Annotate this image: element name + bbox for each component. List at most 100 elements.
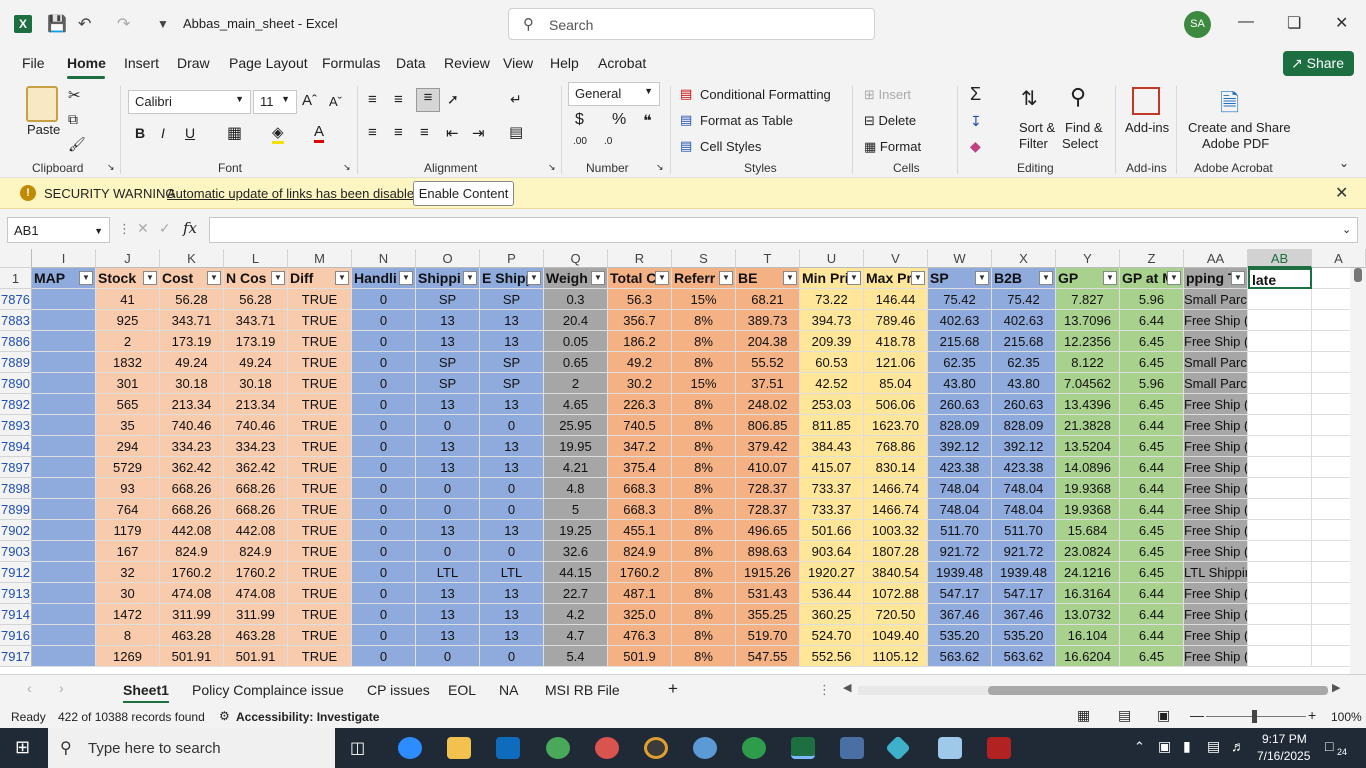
app-diamond-icon[interactable] (885, 735, 911, 761)
align-middle-icon[interactable]: ≡ (394, 91, 403, 108)
page-layout-view-icon[interactable]: ▤ (1118, 707, 1131, 724)
clipboard-launcher-icon[interactable]: ↘ (107, 162, 115, 173)
table-cell[interactable]: TRUE (288, 289, 352, 310)
table-header-cell[interactable]: N Cos ▼ (224, 268, 288, 289)
table-cell[interactable]: TRUE (288, 373, 352, 394)
table-cell[interactable] (1248, 373, 1312, 394)
page-break-view-icon[interactable]: ▣ (1157, 707, 1170, 724)
table-cell[interactable]: 384.43 (800, 436, 864, 457)
table-cell[interactable]: 552.56 (800, 646, 864, 667)
table-cell[interactable]: 925 (96, 310, 160, 331)
table-header-cell[interactable]: Handli ▼ (352, 268, 416, 289)
comma-style-icon[interactable]: ❝ (643, 111, 652, 131)
italic-icon[interactable]: I (161, 125, 165, 141)
table-cell[interactable] (32, 625, 96, 646)
find-select-label2[interactable]: Select (1062, 136, 1098, 151)
table-header-cell[interactable]: Diff ▼ (288, 268, 352, 289)
table-cell[interactable]: 2 (544, 373, 608, 394)
table-cell[interactable] (1248, 604, 1312, 625)
table-cell[interactable]: 4.65 (544, 394, 608, 415)
filter-dropdown-icon[interactable]: ▼ (975, 271, 989, 285)
table-cell[interactable] (1248, 394, 1312, 415)
table-cell[interactable]: 215.68 (992, 331, 1056, 352)
table-cell[interactable]: 389.73 (736, 310, 800, 331)
paste-icon[interactable] (26, 86, 58, 122)
underline-icon[interactable]: U (185, 125, 195, 141)
table-cell[interactable]: Free Ship (BuyBox) (1184, 604, 1248, 625)
table-cell[interactable]: 0 (352, 541, 416, 562)
table-cell[interactable]: 442.08 (224, 520, 288, 541)
avatar[interactable]: SA (1184, 11, 1211, 38)
table-cell[interactable]: 0 (416, 541, 480, 562)
table-cell[interactable]: 325.0 (608, 604, 672, 625)
notepad-icon[interactable] (938, 737, 962, 759)
menu-view[interactable]: View (503, 55, 533, 71)
table-cell[interactable]: Free Ship (BuyBox) (1184, 310, 1248, 331)
decrease-indent-icon[interactable]: ⇤ (446, 124, 459, 142)
customize-toolbar-icon[interactable]: ▼ (157, 17, 169, 31)
chrome-profile-5-icon[interactable] (742, 737, 766, 759)
table-cell[interactable]: 25.95 (544, 415, 608, 436)
horizontal-scroll-thumb[interactable] (988, 686, 1328, 695)
table-cell[interactable]: 824.9 (160, 541, 224, 562)
filter-dropdown-icon[interactable]: ▼ (1103, 271, 1117, 285)
table-cell[interactable]: 13 (480, 604, 544, 625)
table-cell[interactable]: 3840.54 (864, 562, 928, 583)
table-cell[interactable]: 768.86 (864, 436, 928, 457)
table-cell[interactable]: 23.0824 (1056, 541, 1120, 562)
table-cell[interactable]: 748.04 (928, 478, 992, 499)
format-as-table-button[interactable]: Format as Table (700, 113, 793, 128)
table-cell[interactable] (32, 394, 96, 415)
borders-icon[interactable]: ▦ (227, 123, 242, 143)
addins-icon[interactable] (1132, 87, 1160, 115)
table-header-cell[interactable]: E Shipp ▼ (480, 268, 544, 289)
table-cell[interactable]: 5 (544, 499, 608, 520)
row-header[interactable]: 7876 (0, 289, 32, 310)
table-cell[interactable]: 536.44 (800, 583, 864, 604)
table-cell[interactable]: TRUE (288, 436, 352, 457)
column-header-x[interactable]: X (992, 249, 1056, 268)
table-cell[interactable]: 8% (672, 625, 736, 646)
table-cell[interactable]: 811.85 (800, 415, 864, 436)
table-cell[interactable]: 6.44 (1120, 625, 1184, 646)
column-header-w[interactable]: W (928, 249, 992, 268)
table-cell[interactable]: TRUE (288, 625, 352, 646)
table-cell[interactable]: 6.44 (1120, 499, 1184, 520)
table-cell[interactable]: 311.99 (160, 604, 224, 625)
paste-label[interactable]: Paste (27, 122, 60, 137)
table-header-cell[interactable]: Cost ▼ (160, 268, 224, 289)
table-cell[interactable]: SP (416, 373, 480, 394)
table-cell[interactable]: 43.80 (992, 373, 1056, 394)
zoom-level[interactable]: 100% (1331, 710, 1362, 724)
enable-content-button[interactable]: Enable Content (413, 181, 514, 206)
table-cell[interactable]: Free Ship (BuyBox) (1184, 457, 1248, 478)
table-cell[interactable]: 30.2 (608, 373, 672, 394)
table-cell[interactable]: 209.39 (800, 331, 864, 352)
table-cell[interactable]: 474.08 (160, 583, 224, 604)
table-cell[interactable]: 748.04 (992, 499, 1056, 520)
format-cells-button[interactable]: ▦ Format (864, 139, 921, 155)
table-cell[interactable]: 8% (672, 394, 736, 415)
table-cell[interactable]: 511.70 (928, 520, 992, 541)
table-cell[interactable]: 30.18 (160, 373, 224, 394)
table-cell[interactable]: 392.12 (928, 436, 992, 457)
table-cell[interactable]: 15% (672, 289, 736, 310)
filter-dropdown-icon[interactable]: ▼ (719, 271, 733, 285)
table-cell[interactable]: 501.91 (224, 646, 288, 667)
table-cell[interactable]: 0 (416, 646, 480, 667)
table-cell[interactable]: 19.25 (544, 520, 608, 541)
tab-cp-issues[interactable]: CP issues (367, 682, 430, 698)
menu-page-layout[interactable]: Page Layout (229, 55, 308, 71)
table-cell[interactable]: 740.5 (608, 415, 672, 436)
table-cell[interactable]: 13 (480, 394, 544, 415)
cut-icon[interactable]: ✂ (68, 86, 81, 104)
filter-dropdown-icon[interactable]: ▼ (591, 271, 605, 285)
table-header-cell[interactable]: late (1248, 268, 1312, 289)
menu-help[interactable]: Help (550, 55, 579, 71)
table-cell[interactable]: 43.80 (928, 373, 992, 394)
conditional-formatting-button[interactable]: Conditional Formatting (700, 87, 831, 102)
status-accessibility[interactable]: Accessibility: Investigate (236, 710, 379, 724)
excel-taskbar-icon[interactable] (791, 737, 815, 759)
table-cell[interactable]: 1760.2 (160, 562, 224, 583)
table-cell[interactable]: 519.70 (736, 625, 800, 646)
